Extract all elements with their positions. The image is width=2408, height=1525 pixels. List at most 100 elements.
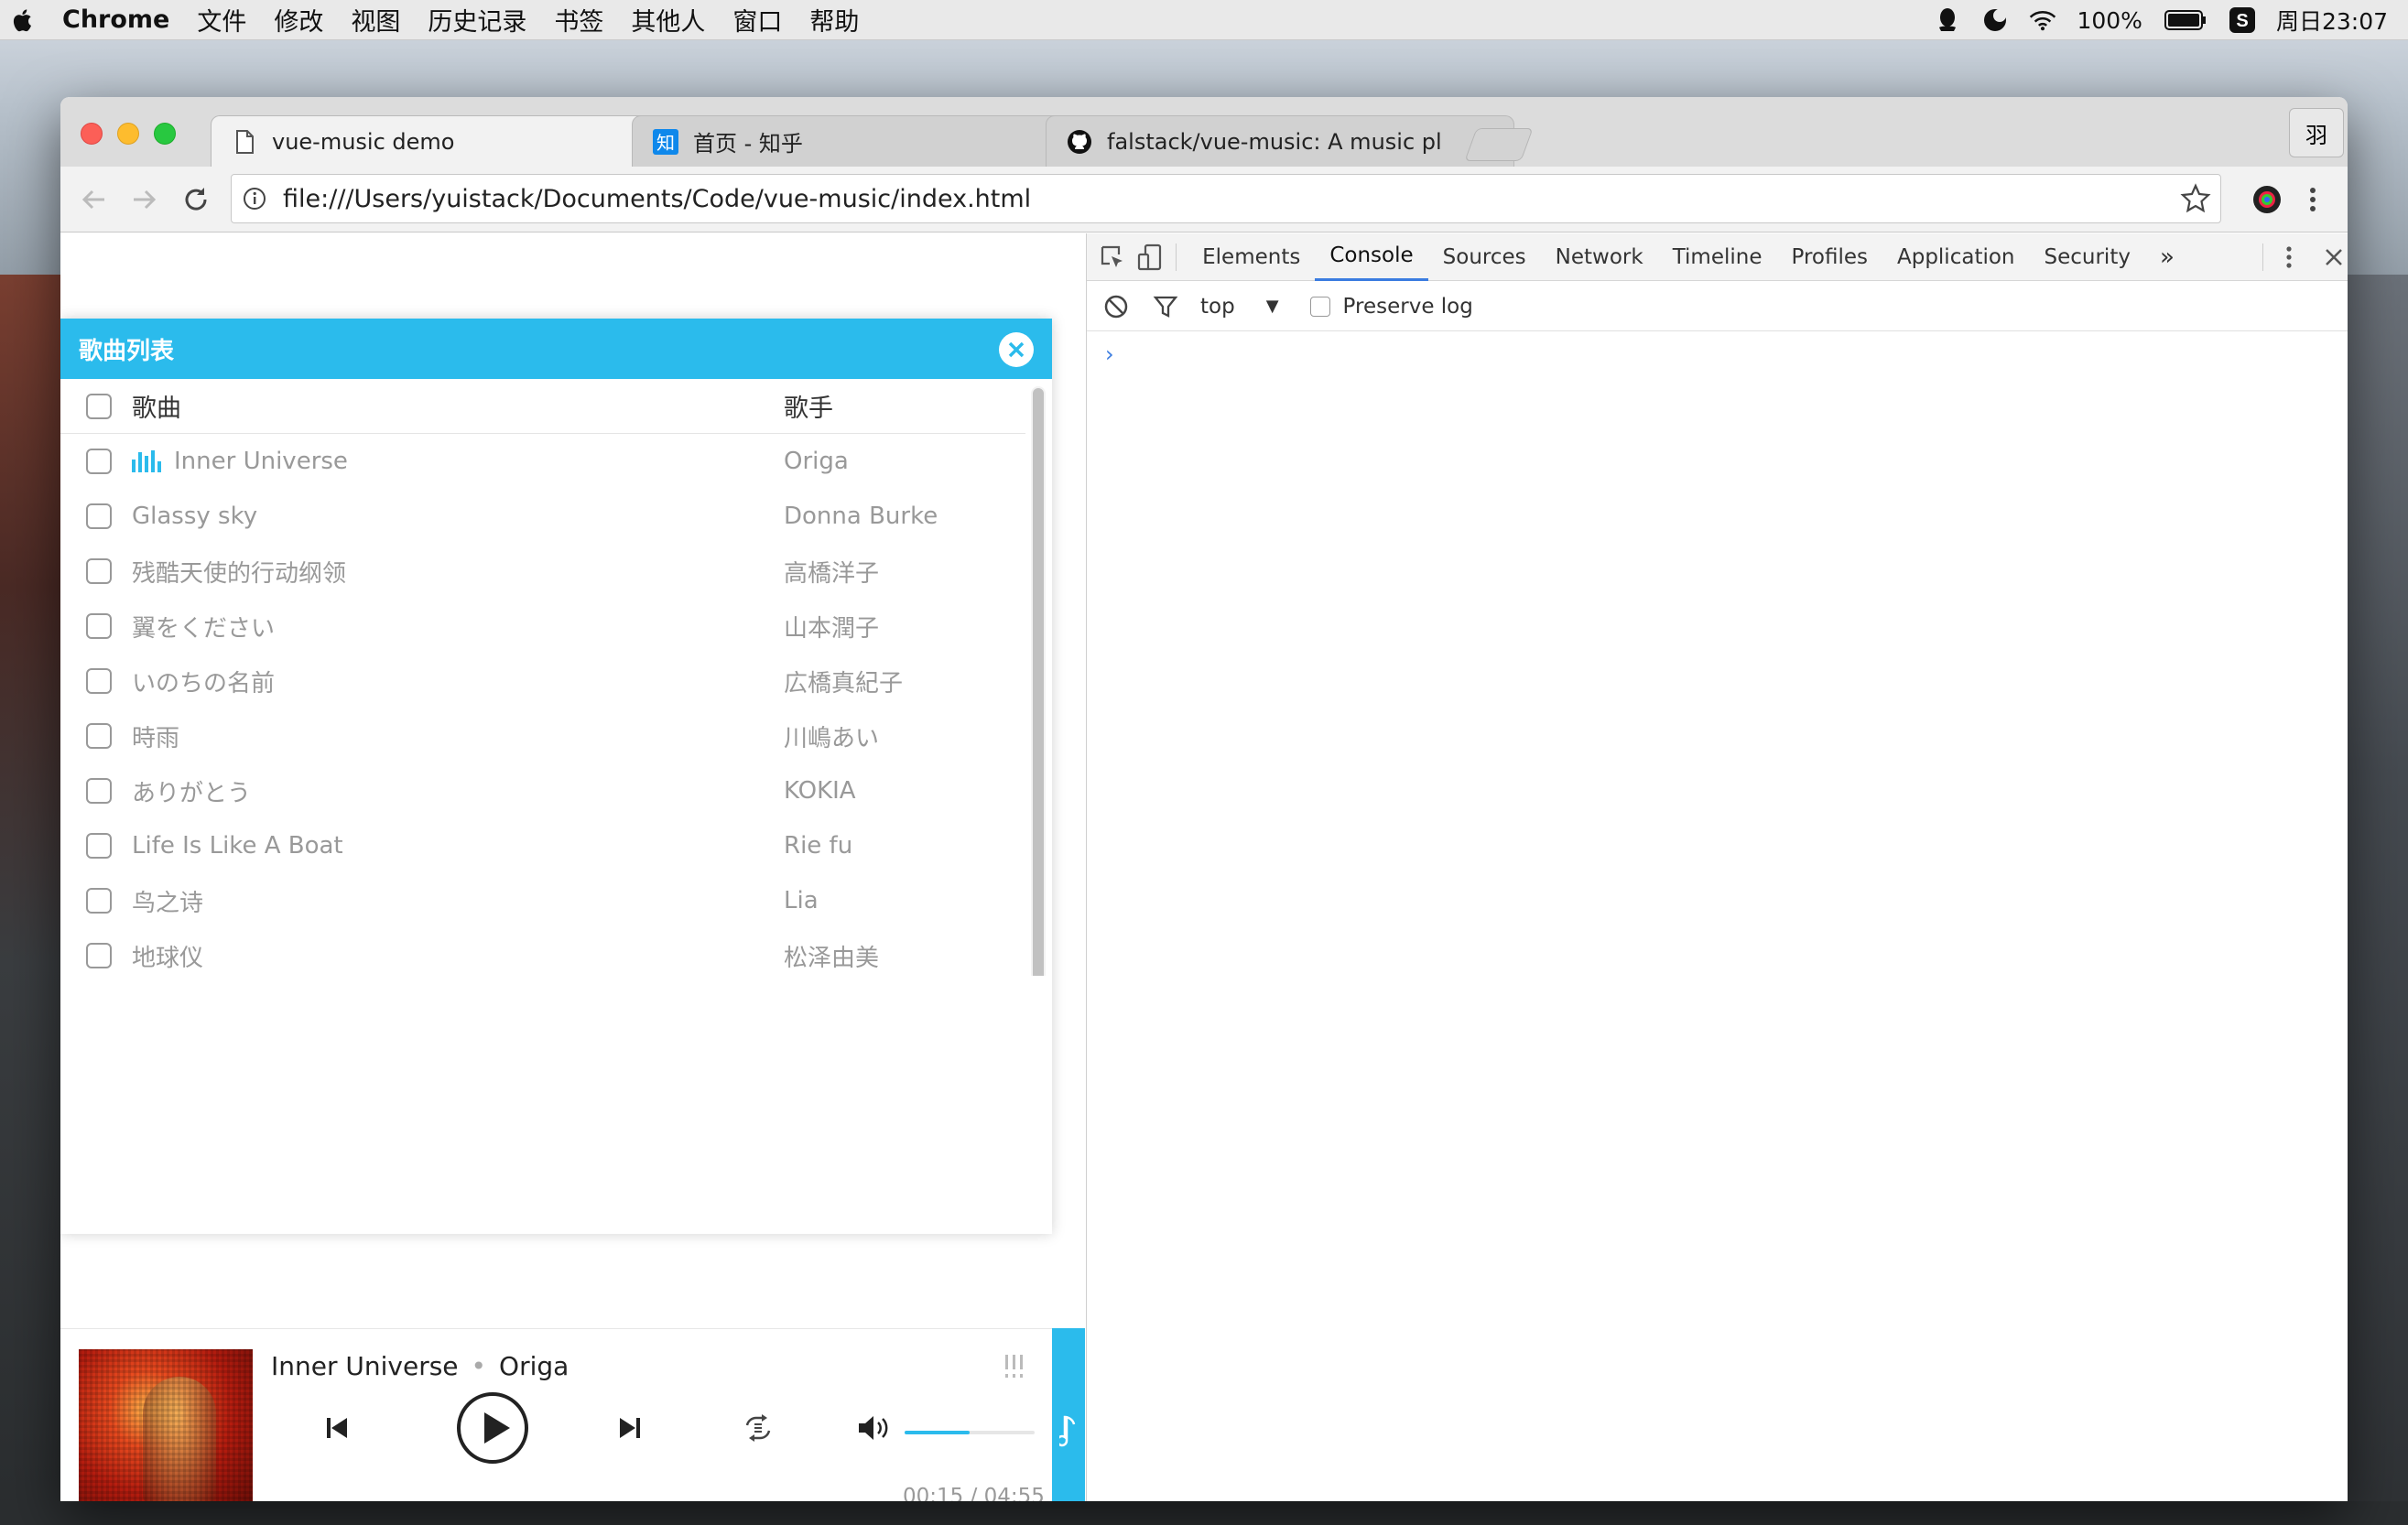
profile-button[interactable]: 羽: [2289, 108, 2344, 157]
menu-edit[interactable]: 修改: [274, 2, 323, 38]
info-icon[interactable]: [243, 187, 266, 211]
song-checkbox[interactable]: [86, 558, 112, 584]
play-button[interactable]: [445, 1380, 540, 1476]
device-toolbar-icon[interactable]: [1135, 239, 1166, 276]
desktop-wallpaper-right: [2348, 275, 2408, 1525]
close-panel-icon[interactable]: [999, 332, 1034, 367]
zoom-window-button[interactable]: [154, 123, 176, 145]
song-row[interactable]: Inner Universe Origa: [60, 434, 1025, 489]
song-checkbox[interactable]: [86, 833, 112, 859]
moon-icon[interactable]: [1981, 6, 2009, 34]
preserve-log-checkbox[interactable]: [1309, 296, 1330, 317]
new-tab-button[interactable]: [1464, 128, 1534, 161]
forward-icon[interactable]: [126, 181, 163, 218]
song-row[interactable]: 翼をください 山本潤子: [60, 599, 1025, 654]
menu-people[interactable]: 其他人: [631, 2, 705, 38]
volume-slider[interactable]: [905, 1431, 1035, 1434]
clear-console-icon[interactable]: [1098, 288, 1134, 325]
wifi-icon[interactable]: [2029, 6, 2056, 34]
song-row[interactable]: 残酷天使的行动纲领 高橋洋子: [60, 544, 1025, 599]
tab-timeline[interactable]: Timeline: [1658, 233, 1777, 281]
song-title: Life Is Like A Boat: [132, 832, 343, 860]
scrollbar-thumb[interactable]: [1033, 388, 1044, 976]
list-scrollbar[interactable]: [1031, 386, 1046, 976]
battery-icon[interactable]: [2163, 6, 2208, 34]
tab-title: vue-music demo: [272, 129, 455, 155]
menu-file[interactable]: 文件: [197, 2, 246, 38]
extension-icon[interactable]: [2249, 181, 2285, 218]
battery-percent: 100%: [2077, 6, 2142, 34]
menu-history[interactable]: 历史记录: [428, 2, 526, 38]
song-list[interactable]: 歌曲 歌手 Inner Universe Origa Glassy sky Donna…: [60, 379, 1052, 976]
song-checkbox[interactable]: [86, 778, 112, 804]
song-row[interactable]: 地球仪 松泽由美: [60, 928, 1025, 976]
song-checkbox[interactable]: [86, 943, 112, 968]
qq-icon[interactable]: [1934, 6, 1961, 34]
menu-app-name[interactable]: Chrome: [62, 5, 169, 34]
bookmark-star-icon[interactable]: [2180, 183, 2211, 214]
column-singer: 歌手: [784, 395, 833, 423]
song-row[interactable]: Glassy sky Donna Burke: [60, 489, 1025, 544]
volume-level: [905, 1431, 970, 1434]
song-checkbox[interactable]: [86, 613, 112, 639]
reload-icon[interactable]: [178, 181, 214, 218]
select-all-checkbox[interactable]: [86, 393, 112, 419]
music-player: Inner Universe • Origa 00:15 / 04:55: [60, 1328, 1052, 1501]
tab-github[interactable]: falstack/vue-music: A music pl ×: [1046, 115, 1514, 167]
url-text[interactable]: file:///Users/yuistack/Documents/Code/vu…: [283, 185, 2180, 213]
now-playing: Inner Universe • Origa: [271, 1351, 569, 1381]
song-checkbox[interactable]: [86, 723, 112, 749]
apple-icon[interactable]: [13, 6, 35, 34]
song-checkbox[interactable]: [86, 503, 112, 529]
tab-security[interactable]: Security: [2030, 233, 2145, 281]
menu-bookmarks[interactable]: 书签: [554, 2, 603, 38]
devtools-menu-icon[interactable]: [2274, 239, 2305, 276]
song-row[interactable]: 時雨 川嶋あい: [60, 708, 1025, 763]
inspect-element-icon[interactable]: [1098, 239, 1128, 276]
desktop-wallpaper-bottom: [0, 1501, 2408, 1525]
menu-view[interactable]: 视图: [351, 2, 400, 38]
clock[interactable]: 周日23:07: [2276, 4, 2388, 37]
context-dropdown-icon[interactable]: ▼: [1266, 297, 1279, 316]
volume-icon[interactable]: [855, 1410, 897, 1446]
tab-network[interactable]: Network: [1541, 233, 1658, 281]
tab-console[interactable]: Console: [1315, 233, 1428, 281]
tab-sources[interactable]: Sources: [1428, 233, 1541, 281]
chrome-window: vue-music demo × 知 首页 - 知乎 × falstack/vu…: [60, 97, 2348, 1501]
playlist-icon[interactable]: [1003, 1355, 1025, 1379]
tab-profiles[interactable]: Profiles: [1776, 233, 1882, 281]
console-prompt[interactable]: ›: [1105, 341, 1114, 367]
address-bar[interactable]: file:///Users/yuistack/Documents/Code/vu…: [231, 174, 2221, 223]
desktop-wallpaper-left: [0, 275, 60, 1525]
song-title-cell: 時雨: [132, 719, 784, 753]
filter-icon[interactable]: [1147, 288, 1184, 325]
menu-window[interactable]: 窗口: [732, 2, 782, 38]
player-toggle-tab[interactable]: [1052, 1328, 1085, 1501]
song-title-cell: 鸟之诗: [132, 884, 784, 918]
menu-help[interactable]: 帮助: [809, 2, 859, 38]
minimize-window-button[interactable]: [117, 123, 139, 145]
close-window-button[interactable]: [81, 123, 103, 145]
input-method-icon[interactable]: S: [2229, 6, 2256, 34]
tab-zhihu[interactable]: 知 首页 - 知乎 ×: [632, 115, 1101, 167]
context-selector[interactable]: top: [1200, 295, 1235, 319]
song-checkbox[interactable]: [86, 668, 112, 694]
loop-icon[interactable]: [740, 1410, 776, 1446]
back-icon[interactable]: [75, 181, 112, 218]
previous-icon[interactable]: [319, 1410, 355, 1446]
next-icon[interactable]: [612, 1410, 648, 1446]
chrome-menu-icon[interactable]: [2294, 181, 2331, 218]
song-row[interactable]: ありがとう KOKIA: [60, 763, 1025, 818]
song-row[interactable]: 鸟之诗 Lia: [60, 873, 1025, 928]
close-devtools-icon[interactable]: [2318, 239, 2348, 276]
song-title-cell: 残酷天使的行动纲领: [132, 555, 784, 589]
more-tabs-icon[interactable]: »: [2145, 233, 2189, 281]
song-checkbox[interactable]: [86, 449, 112, 474]
song-row[interactable]: Life Is Like A Boat Rie fu: [60, 818, 1025, 873]
github-icon: [1067, 129, 1092, 155]
song-row[interactable]: いのちの名前 広橋真紀子: [60, 654, 1025, 708]
tab-vue-music[interactable]: vue-music demo ×: [211, 115, 685, 168]
tab-application[interactable]: Application: [1882, 233, 2030, 281]
tab-elements[interactable]: Elements: [1188, 233, 1315, 281]
song-checkbox[interactable]: [86, 888, 112, 914]
